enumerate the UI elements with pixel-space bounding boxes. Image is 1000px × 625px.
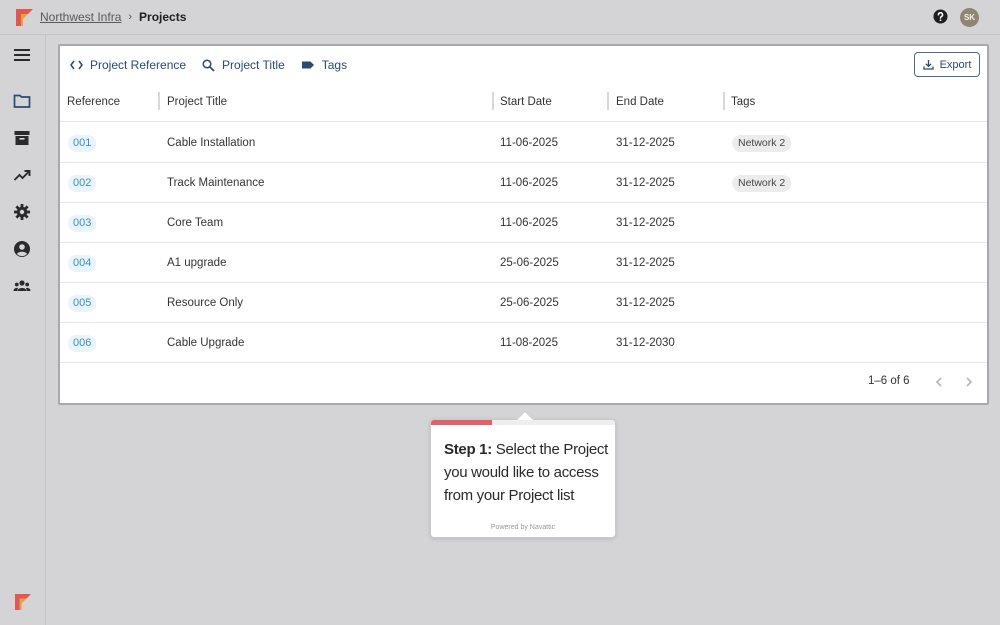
reference-chip[interactable]: 005 — [68, 295, 97, 312]
menu-icon[interactable] — [13, 46, 31, 64]
table-row[interactable]: 005 Resource Only 25-06-2025 31-12-2025 — [60, 283, 987, 323]
account-circle-icon[interactable] — [13, 240, 31, 258]
end-date-cell: 31-12-2030 — [616, 337, 675, 349]
end-date-cell: 31-12-2025 — [616, 177, 675, 189]
export-label: Export — [939, 58, 972, 71]
avatar[interactable]: SK — [960, 8, 979, 27]
column-divider[interactable] — [607, 92, 609, 110]
reference-chip[interactable]: 001 — [68, 135, 97, 152]
powered-by-label[interactable]: Powered by Navattic — [431, 524, 615, 531]
project-title-cell: Resource Only — [167, 297, 244, 309]
column-header-end-date[interactable]: End Date — [616, 86, 664, 122]
column-divider[interactable] — [723, 92, 725, 110]
table-row[interactable]: 004 A1 upgrade 25-06-2025 31-12-2025 — [60, 243, 987, 283]
sidebar — [0, 35, 46, 625]
brand-logo-icon[interactable] — [15, 594, 31, 610]
table-row[interactable]: 002 Track Maintenance 11-06-2025 31-12-2… — [60, 163, 987, 203]
breadcrumb: Northwest Infra › Projects — [40, 10, 186, 24]
project-title-cell: Cable Installation — [167, 137, 256, 149]
trending-up-icon[interactable] — [13, 166, 31, 184]
table-header: Reference Project Title Start Date End D… — [60, 86, 987, 122]
archive-icon[interactable] — [13, 129, 31, 147]
tooltip-message: Step 1: Select the Project you would lik… — [444, 438, 609, 507]
end-date-cell: 31-12-2025 — [616, 297, 675, 309]
end-date-cell: 31-12-2025 — [616, 137, 675, 149]
folder-icon[interactable] — [13, 92, 31, 110]
start-date-cell: 11-06-2025 — [500, 177, 558, 189]
pagination-range: 1–6 of 6 — [868, 375, 910, 387]
start-date-cell: 25-06-2025 — [500, 257, 559, 269]
column-header-tags[interactable]: Tags — [731, 86, 755, 122]
page-title: Projects — [139, 10, 187, 24]
top-bar: Northwest Infra › Projects SK — [0, 0, 1000, 35]
project-title-cell: Track Maintenance — [167, 177, 265, 189]
tag-chip: Network 2 — [732, 135, 792, 152]
start-date-cell: 11-08-2025 — [500, 337, 558, 349]
column-header-project-title[interactable]: Project Title — [167, 86, 227, 122]
code-icon — [70, 60, 83, 70]
tooltip-progress-bar — [431, 420, 615, 425]
table-row[interactable]: 001 Cable Installation 11-06-2025 31-12-… — [60, 123, 987, 163]
filter-label: Tags — [321, 58, 348, 72]
tooltip-progress-fill — [431, 420, 492, 425]
reference-chip[interactable]: 003 — [68, 215, 97, 232]
chevron-right-icon[interactable] — [963, 376, 975, 388]
reference-chip[interactable]: 004 — [68, 255, 97, 272]
start-date-cell: 25-06-2025 — [500, 297, 559, 309]
column-divider[interactable] — [492, 92, 494, 110]
reference-chip[interactable]: 002 — [68, 175, 97, 192]
search-icon — [202, 58, 215, 72]
tooltip-step-label: Step 1: — [444, 441, 492, 458]
start-date-cell: 11-06-2025 — [500, 217, 558, 229]
gear-icon[interactable] — [13, 203, 31, 221]
filter-toolbar: Project Reference Project Title Tags — [70, 58, 363, 72]
project-title-cell: Cable Upgrade — [167, 337, 245, 349]
column-divider[interactable] — [158, 92, 160, 110]
filter-project-reference[interactable]: Project Reference — [70, 58, 186, 72]
tag-icon — [301, 61, 314, 69]
filter-project-title[interactable]: Project Title — [202, 58, 285, 72]
project-title-cell: A1 upgrade — [167, 257, 227, 269]
projects-table-card: Project Reference Project Title Tags Exp… — [58, 44, 989, 405]
brand-logo-icon[interactable] — [16, 9, 33, 26]
help-circle-icon[interactable] — [933, 9, 948, 24]
groups-icon[interactable] — [13, 277, 31, 295]
column-header-start-date[interactable]: Start Date — [500, 86, 552, 122]
export-button[interactable]: Export — [914, 52, 980, 77]
reference-chip[interactable]: 006 — [68, 335, 97, 352]
walkthrough-tooltip: Step 1: Select the Project you would lik… — [430, 410, 616, 538]
end-date-cell: 31-12-2025 — [616, 217, 675, 229]
table-row[interactable]: 003 Core Team 11-06-2025 31-12-2025 — [60, 203, 987, 243]
tag-chip: Network 2 — [732, 175, 792, 192]
chevron-left-icon[interactable] — [933, 376, 945, 388]
column-header-reference[interactable]: Reference — [67, 86, 120, 122]
end-date-cell: 31-12-2025 — [616, 257, 675, 269]
chevron-right-icon: › — [128, 11, 133, 23]
start-date-cell: 11-06-2025 — [500, 137, 558, 149]
breadcrumb-org-link[interactable]: Northwest Infra — [40, 10, 121, 24]
project-title-cell: Core Team — [167, 217, 224, 229]
filter-label: Project Title — [222, 58, 285, 72]
filter-label: Project Reference — [90, 58, 187, 72]
table-row[interactable]: 006 Cable Upgrade 11-08-2025 31-12-2030 — [60, 323, 987, 363]
download-icon — [922, 60, 934, 70]
filter-tags[interactable]: Tags — [301, 58, 347, 72]
